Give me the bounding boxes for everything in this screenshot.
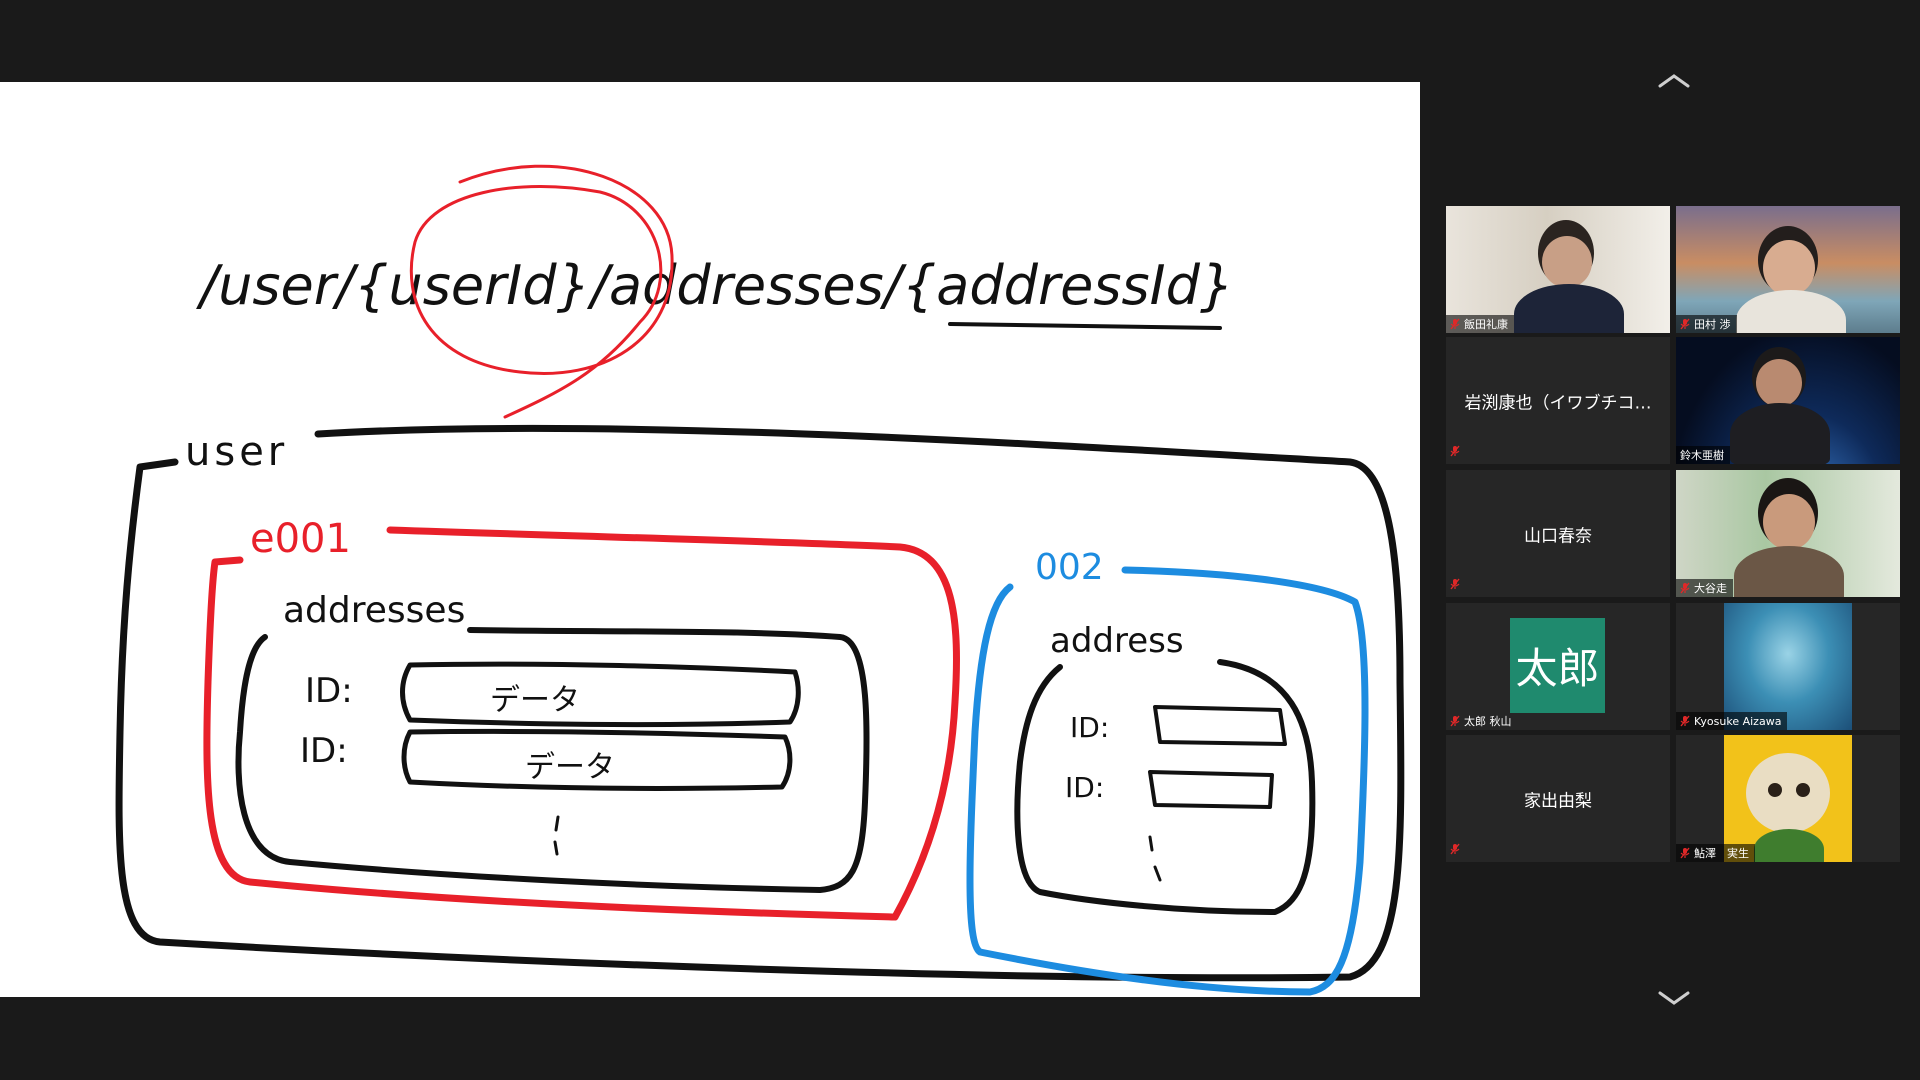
participant-tile[interactable]: 飯田礼康: [1446, 206, 1670, 333]
small-field-1: [1153, 705, 1287, 746]
doc-001-label: e001: [250, 516, 351, 562]
mic-muted-icon: [1680, 318, 1690, 330]
video-feed: [1676, 470, 1900, 597]
small-id-1-label: ID:: [1070, 711, 1109, 744]
participant-name: 飯田礼康: [1464, 318, 1508, 331]
mic-muted-icon: [1450, 318, 1460, 330]
ellipsis-stroke: [553, 815, 560, 856]
video-feed: [1446, 206, 1670, 333]
field-id-1-label: ID:: [305, 671, 353, 711]
address-doc-box: [1014, 659, 1316, 915]
participant-name: 太郎 秋山: [1464, 715, 1512, 728]
addresses-label: addresses: [283, 590, 465, 631]
participant-name: 大谷走: [1694, 582, 1727, 595]
mic-muted-icon: [1450, 840, 1460, 859]
participant-nameplate: Kyosuke Aizawa: [1676, 712, 1788, 730]
participant-tile[interactable]: 鮎澤 実生: [1676, 735, 1900, 862]
participant-tile[interactable]: 大谷走: [1676, 470, 1900, 597]
mic-muted-icon: [1450, 442, 1460, 461]
participant-tile[interactable]: 山口春奈: [1446, 470, 1670, 597]
video-feed: [1676, 206, 1900, 333]
url-path-text: /user/{userId}/addresses/{addressId}: [196, 254, 1234, 317]
participant-nameplate: 鈴木亜樹: [1676, 446, 1730, 464]
address-label: address: [1050, 621, 1184, 661]
participant-name: 鮎澤 実生: [1694, 847, 1749, 860]
participant-nameplate: 太郎 秋山: [1446, 712, 1518, 730]
participant-nameplate: 飯田礼康: [1446, 315, 1514, 333]
participant-tile[interactable]: Kyosuke Aizawa: [1676, 603, 1900, 730]
participant-name-center: 岩渕康也（イワブチコ…: [1464, 393, 1652, 413]
video-feed: [1724, 603, 1852, 730]
participant-nameplate: 鮎澤 実生: [1676, 844, 1755, 862]
participant-name: Kyosuke Aizawa: [1694, 714, 1782, 728]
participant-nameplate: 大谷走: [1676, 579, 1733, 597]
participant-name: 鈴木亜樹: [1680, 449, 1724, 462]
mic-muted-icon: [1680, 715, 1690, 727]
doc-002-label: 002: [1035, 547, 1104, 588]
chevron-down-icon[interactable]: [1650, 985, 1698, 1011]
participant-tile[interactable]: 田村 渉: [1676, 206, 1900, 333]
small-ellipsis-stroke: [1148, 835, 1162, 882]
field-id-2-label: ID:: [300, 731, 348, 771]
avatar: 太郎: [1510, 618, 1605, 713]
shared-screen: /user/{userId}/addresses/{addressId} use…: [0, 82, 1420, 997]
participant-tile[interactable]: 岩渕康也（イワブチコ…: [1446, 337, 1670, 464]
participant-tile-active-speaker[interactable]: 鈴木亜樹: [1676, 337, 1900, 464]
video-feed: [1676, 337, 1900, 464]
participant-nameplate: 田村 渉: [1676, 315, 1737, 333]
participant-name-center: 家出由梨: [1524, 791, 1592, 811]
mic-muted-icon: [1680, 582, 1690, 594]
data-2-text: データ: [525, 750, 615, 785]
participant-tile[interactable]: 太郎 太郎 秋山: [1446, 603, 1670, 730]
participant-name-center: 山口春奈: [1524, 526, 1592, 546]
small-field-2: [1148, 770, 1274, 809]
video-feed: [1724, 735, 1852, 862]
data-1-text: データ: [490, 683, 580, 718]
whiteboard-drawing: /user/{userId}/addresses/{addressId} use…: [115, 164, 1405, 996]
mic-muted-icon: [1450, 575, 1460, 594]
data-pill-1: [400, 661, 801, 728]
mic-muted-icon: [1450, 715, 1460, 727]
underline-stroke: [948, 322, 1222, 330]
user-collection-label: user: [185, 429, 288, 475]
chevron-up-icon[interactable]: [1650, 68, 1698, 94]
participant-name: 田村 渉: [1694, 318, 1731, 331]
participant-tile[interactable]: 家出由梨: [1446, 735, 1670, 862]
mic-muted-icon: [1680, 847, 1690, 859]
small-id-2-label: ID:: [1065, 771, 1104, 804]
